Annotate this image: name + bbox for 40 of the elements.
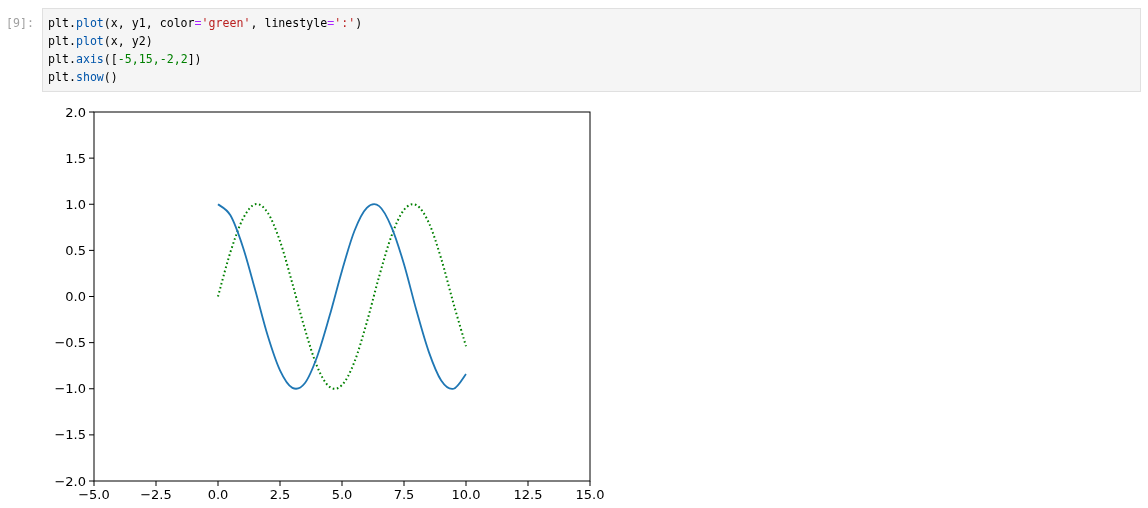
tick-label: 7.5 <box>393 487 415 502</box>
tick-label: −5.0 <box>78 487 110 502</box>
tick-label: 10.0 <box>451 487 481 502</box>
tick-label: 2.0 <box>65 104 86 120</box>
tick-mark <box>589 480 591 487</box>
tick-mark <box>88 249 95 251</box>
tick-mark <box>217 480 219 487</box>
tick-label: −2.5 <box>140 487 172 502</box>
tick-mark <box>279 480 281 487</box>
tick-label: 5.0 <box>331 487 353 502</box>
tick-label: 1.0 <box>65 196 86 212</box>
tick-mark <box>155 480 157 487</box>
code-line: plt.show() <box>48 69 118 86</box>
code-line: plt.plot(x, y1, color='green', linestyle=':') <box>48 15 363 32</box>
tick-label: −1.5 <box>54 427 86 443</box>
tick-label: −0.5 <box>54 335 86 351</box>
code-cell[interactable]: plt.plot(x, y1, color='green', linestyle=':') plt.plot(x, y2) plt.axis([-5,15,-2,2]) plt.show() <box>42 8 1141 92</box>
tick-mark <box>465 480 467 487</box>
tick-label: 12.5 <box>513 487 543 502</box>
code-line: plt.plot(x, y2) <box>48 33 153 50</box>
tick-mark <box>88 388 95 390</box>
tick-mark <box>88 296 95 297</box>
tick-mark <box>403 480 405 487</box>
tick-label: 0.5 <box>65 242 86 258</box>
tick-label: 0.0 <box>65 289 86 304</box>
tick-label: 15.0 <box>575 487 605 502</box>
cell-prompt: [9]: <box>5 15 35 32</box>
tick-mark <box>88 111 95 113</box>
tick-mark <box>88 434 95 436</box>
tick-label: −1.0 <box>54 381 86 397</box>
tick-mark <box>88 203 95 205</box>
tick-label: 1.5 <box>65 150 86 166</box>
tick-label: −2.0 <box>54 473 86 489</box>
tick-mark <box>527 480 529 487</box>
tick-label: 2.5 <box>269 487 291 502</box>
tick-mark <box>88 157 95 159</box>
tick-mark <box>341 480 343 487</box>
code-line: plt.axis([-5,15,-2,2]) <box>48 51 202 68</box>
tick-label: 0.0 <box>207 487 229 502</box>
tick-mark <box>88 342 95 344</box>
